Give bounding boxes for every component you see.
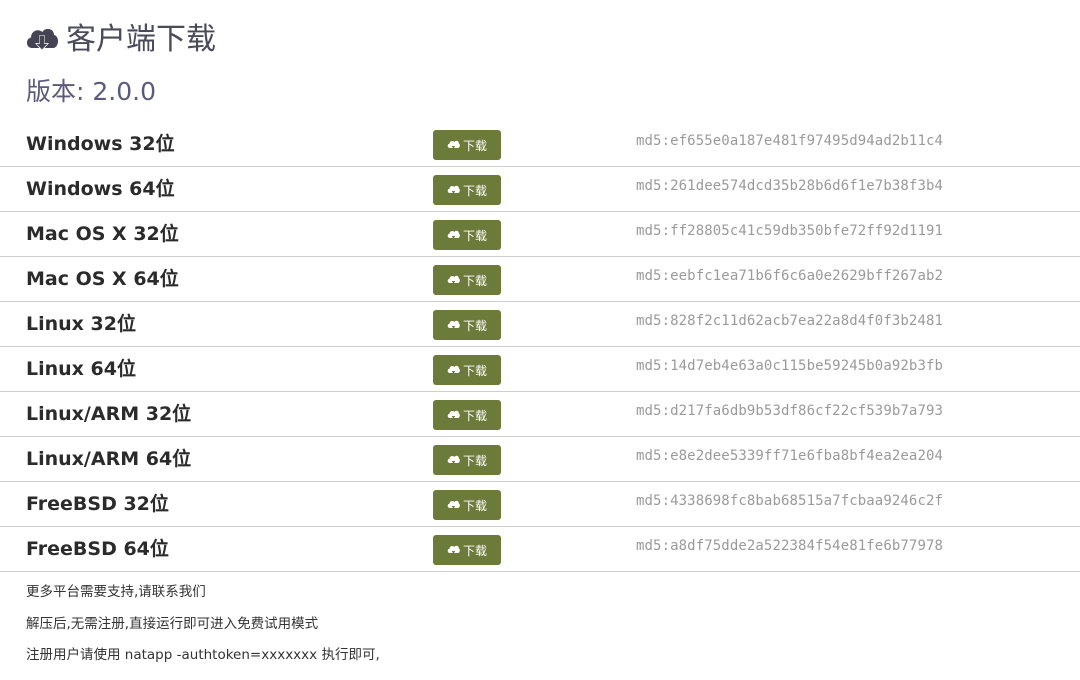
download-button-label: 下载 — [462, 408, 487, 423]
md5-checksum: md5:14d7eb4e63a0c115be59245b0a92b3fb — [636, 358, 944, 374]
download-button-label: 下载 — [462, 498, 487, 513]
download-button-label: 下载 — [462, 543, 487, 558]
platform-name: FreeBSD 64位 — [26, 538, 169, 560]
md5-checksum: md5:261dee574dcd35b28b6d6f1e7b38f3b4 — [636, 178, 944, 194]
table-row: Linux 64位 下载 md5:14d7eb4e63a0c115be59245… — [0, 347, 1080, 392]
download-button-label: 下载 — [462, 453, 487, 468]
downloads-table: Windows 32位 下载 md5:ef655e0a187e481f97495… — [0, 122, 1080, 572]
download-button[interactable]: 下载 — [433, 220, 501, 250]
platform-name: Windows 32位 — [26, 133, 175, 155]
platform-name: Mac OS X 32位 — [26, 223, 179, 245]
cloud-download-icon — [447, 320, 460, 329]
table-row: Linux/ARM 32位 下载 md5:d217fa6db9b53df86cf… — [0, 392, 1080, 437]
table-row: Windows 32位 下载 md5:ef655e0a187e481f97495… — [0, 122, 1080, 167]
download-button-label: 下载 — [462, 363, 487, 378]
platform-name: Mac OS X 64位 — [26, 268, 179, 290]
download-button[interactable]: 下载 — [433, 130, 501, 160]
download-button[interactable]: 下载 — [433, 175, 501, 205]
cloud-download-icon — [447, 500, 460, 509]
table-row: Linux/ARM 64位 下载 md5:e8e2dee5339ff71e6fb… — [0, 437, 1080, 482]
platform-name: Linux/ARM 64位 — [26, 448, 192, 470]
download-button[interactable]: 下载 — [433, 445, 501, 475]
page-header: 客户端下载 — [24, 18, 216, 62]
download-button[interactable]: 下载 — [433, 310, 501, 340]
note-text: 注册用户请使用 natapp -authtoken=xxxxxxx 执行即可, — [26, 647, 380, 663]
platform-name: Linux 32位 — [26, 313, 136, 335]
platform-name: Linux/ARM 32位 — [26, 403, 192, 425]
platform-name: Windows 64位 — [26, 178, 175, 200]
md5-checksum: md5:ef655e0a187e481f97495d94ad2b11c4 — [636, 133, 944, 149]
version-label: 版本: 2.0.0 — [26, 77, 156, 106]
cloud-download-icon — [24, 24, 60, 56]
cloud-download-icon — [447, 455, 460, 464]
table-row: Linux 32位 下载 md5:828f2c11d62acb7ea22a8d4… — [0, 302, 1080, 347]
table-row: FreeBSD 64位 下载 md5:a8df75dde2a522384f54e… — [0, 527, 1080, 572]
platform-name: Linux 64位 — [26, 358, 136, 380]
page-title: 客户端下载 — [66, 22, 216, 57]
cloud-download-icon — [447, 545, 460, 554]
download-button[interactable]: 下载 — [433, 355, 501, 385]
download-button-label: 下载 — [462, 138, 487, 153]
table-row: Mac OS X 32位 下载 md5:ff28805c41c59db350bf… — [0, 212, 1080, 257]
cloud-download-icon — [447, 230, 460, 239]
download-button[interactable]: 下载 — [433, 535, 501, 565]
download-button-label: 下载 — [462, 183, 487, 198]
md5-checksum: md5:d217fa6db9b53df86cf22cf539b7a793 — [636, 403, 944, 419]
cloud-download-icon — [447, 185, 460, 194]
note-text: 更多平台需要支持,请联系我们 — [26, 584, 206, 600]
download-button[interactable]: 下载 — [433, 400, 501, 430]
table-row: Windows 64位 下载 md5:261dee574dcd35b28b6d6… — [0, 167, 1080, 212]
table-row: Mac OS X 64位 下载 md5:eebfc1ea71b6f6c6a0e2… — [0, 257, 1080, 302]
cloud-download-icon — [447, 140, 460, 149]
md5-checksum: md5:ff28805c41c59db350bfe72ff92d1191 — [636, 223, 944, 239]
cloud-download-icon — [447, 365, 460, 374]
download-button[interactable]: 下载 — [433, 490, 501, 520]
cloud-download-icon — [447, 275, 460, 284]
cloud-download-icon — [447, 410, 460, 419]
download-button-label: 下载 — [462, 228, 487, 243]
md5-checksum: md5:eebfc1ea71b6f6c6a0e2629bff267ab2 — [636, 268, 944, 284]
md5-checksum: md5:a8df75dde2a522384f54e81fe6b77978 — [636, 538, 944, 554]
platform-name: FreeBSD 32位 — [26, 493, 169, 515]
md5-checksum: md5:4338698fc8bab68515a7fcbaa9246c2f — [636, 493, 944, 509]
md5-checksum: md5:e8e2dee5339ff71e6fba8bf4ea2ea204 — [636, 448, 944, 464]
download-button[interactable]: 下载 — [433, 265, 501, 295]
download-button-label: 下载 — [462, 273, 487, 288]
notes-section: 更多平台需要支持,请联系我们 解压后,无需注册,直接运行即可进入免费试用模式 注… — [26, 580, 380, 675]
table-row: FreeBSD 32位 下载 md5:4338698fc8bab68515a7f… — [0, 482, 1080, 527]
download-button-label: 下载 — [462, 318, 487, 333]
note-text: 解压后,无需注册,直接运行即可进入免费试用模式 — [26, 615, 319, 632]
md5-checksum: md5:828f2c11d62acb7ea22a8d4f0f3b2481 — [636, 313, 944, 329]
